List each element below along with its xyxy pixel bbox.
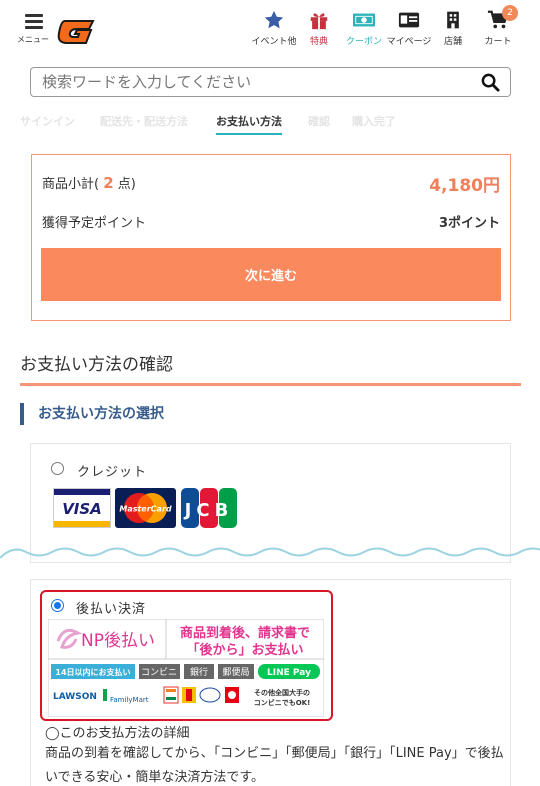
search-input[interactable] [31, 68, 471, 96]
nav-event[interactable]: イベント他 [250, 9, 298, 49]
building-icon [447, 11, 459, 29]
star-icon [264, 10, 284, 29]
payment-select-heading: お支払い方法の選択 [20, 403, 164, 425]
svg-text:商品到着後、請求書で: 商品到着後、請求書で [180, 625, 310, 641]
payment-detail-text: 商品の到着を確認してから、「コンビニ」「郵便局」「銀行」「LINE Pay」で後… [45, 746, 504, 785]
jcb-logo: JCB [180, 488, 238, 528]
nav-tokuten[interactable]: 特典 [302, 9, 336, 49]
svg-text:VISA: VISA [62, 500, 102, 518]
nav-label: カート [484, 37, 512, 47]
svg-text:FamilyMart: FamilyMart [110, 696, 149, 704]
nav-mypage[interactable]: マイページ [386, 9, 432, 49]
cart-count-badge: 2 [502, 5, 518, 21]
nav-store[interactable]: 店舗 [438, 9, 468, 49]
points-value: 3ポイント [438, 216, 500, 231]
subtotal-label: 商品小計( 2 点) [42, 174, 136, 192]
nav-label: マイページ [386, 37, 432, 47]
item-quantity: 2 [103, 174, 114, 192]
mastercard-logo: MasterCard [115, 488, 176, 528]
svg-text:NP後払い: NP後払い [81, 631, 155, 651]
svg-text:「後から」お支払い: 「後から」お支払い [186, 642, 303, 658]
np-payment-highlight: 後払い決済 NP後払い 商品到着後、請求書で 「後から」お支払い 14日以内にお… [40, 590, 333, 721]
svg-text:14日以内にお支払い: 14日以内にお支払い [55, 667, 130, 677]
search-icon[interactable] [481, 73, 500, 92]
svg-text:LINE Pay: LINE Pay [267, 668, 311, 678]
svg-text:コンビニ: コンビニ [141, 667, 177, 678]
nav-label: 店舗 [443, 37, 462, 47]
svg-text:LAWSON: LAWSON [53, 692, 97, 702]
svg-text:銀行: 銀行 [190, 666, 208, 678]
header: メニュー イベント他 特典 クーポン マイページ 店舗 2 カート [0, 0, 540, 56]
nav-coupon[interactable]: クーポン [344, 9, 384, 49]
step-signin: サインイン [20, 115, 75, 128]
np-label: 後払い決済 [76, 602, 147, 617]
order-summary: 商品小計( 2 点) 4,180円 獲得予定ポイント 3ポイント 次に進む [31, 154, 511, 321]
nav-label: クーポン [345, 37, 382, 47]
coupon-icon [353, 13, 375, 27]
np-radio[interactable] [51, 599, 64, 612]
step-delivery: 配送先・配送方法 [100, 115, 188, 128]
svg-text:JCB: JCB [183, 500, 234, 521]
payment-detail-toggle[interactable]: ◯このお支払方法の詳細 [45, 722, 190, 741]
menu-label: メニュー [17, 35, 49, 44]
credit-radio[interactable] [51, 462, 64, 475]
visa-logo: VISA [53, 488, 111, 528]
brand-logo[interactable] [55, 17, 97, 47]
subtotal-row: 商品小計( 2 点) 4,180円 [42, 173, 500, 196]
section-divider [20, 383, 521, 386]
svg-text:郵便局: 郵便局 [222, 666, 249, 678]
svg-text:コンビニでもOK!: コンビニでもOK! [254, 698, 311, 707]
next-button[interactable]: 次に進む [41, 248, 501, 301]
svg-text:その他全国大手の: その他全国大手の [254, 688, 310, 697]
np-atobarai-banner: NP後払い 商品到着後、請求書で 「後から」お支払い 14日以内にお支払い コン… [48, 619, 324, 717]
id-card-icon [398, 12, 420, 28]
points-label: 獲得予定ポイント [42, 216, 147, 231]
step-complete: 購入完了 [352, 115, 396, 128]
svg-text:MasterCard: MasterCard [119, 505, 172, 514]
wave-divider [0, 547, 540, 559]
nav-cart[interactable]: 2 カート [480, 5, 518, 49]
step-payment: お支払い方法 [216, 113, 282, 135]
section-title: お支払い方法の確認 [20, 355, 173, 375]
gift-icon [310, 13, 328, 30]
nav-label: イベント他 [251, 37, 297, 47]
credit-label: クレジット [77, 465, 148, 480]
hamburger-icon [25, 14, 43, 29]
subtotal-price: 4,180円 [429, 176, 500, 196]
nav-label: 特典 [309, 37, 328, 47]
points-row: 獲得予定ポイント 3ポイント [42, 212, 500, 231]
search-bar [30, 67, 511, 97]
step-confirm: 確認 [308, 115, 330, 128]
menu-button[interactable]: メニュー [14, 14, 54, 48]
